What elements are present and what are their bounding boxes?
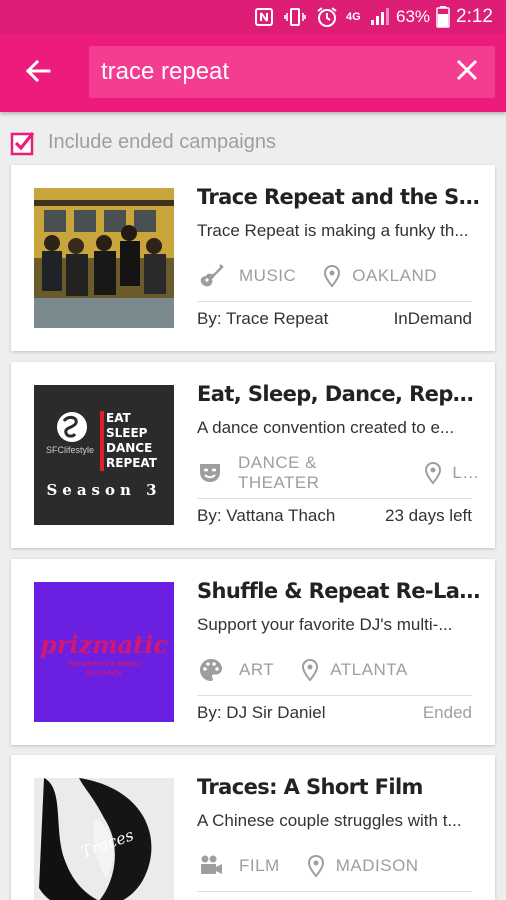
- card-divider: [197, 301, 472, 302]
- map-pin-icon: [419, 459, 446, 487]
- campaign-location: L...: [452, 463, 477, 482]
- creator-name: Vattana Thach: [226, 506, 336, 525]
- campaign-location: MADISON: [335, 856, 419, 875]
- campaign-card[interactable]: Trace Repeat and the Sou... Trace Repeat…: [11, 165, 495, 351]
- campaign-description: A dance convention created to e...: [197, 418, 455, 437]
- campaign-category: FILM: [239, 856, 280, 875]
- campaign-meta: MUSIC OAKLAND: [197, 261, 477, 291]
- back-button[interactable]: [16, 53, 60, 93]
- campaign-thumbnail: Traces: [34, 778, 174, 900]
- thumb-brand: SFClifestyle: [46, 445, 95, 455]
- thumb-line: EAT: [106, 411, 131, 425]
- campaign-title[interactable]: Eat, Sleep, Dance, Repeat...: [197, 382, 487, 406]
- search-input[interactable]: [101, 46, 441, 98]
- map-pin-icon: [318, 262, 346, 290]
- by-prefix: By:: [197, 506, 227, 525]
- campaign-description: Trace Repeat is making a funky th...: [197, 221, 469, 240]
- guitar-icon: [197, 262, 225, 290]
- thumb-logo: prizmatic: [40, 630, 168, 659]
- include-ended-label: Include ended campaigns: [48, 130, 276, 153]
- map-pin-icon: [296, 656, 324, 684]
- campaign-thumbnail: prizmatic THE SHUFFLE & REPEAT RE-LAUNCH: [34, 582, 174, 722]
- theater-mask-icon: [197, 459, 224, 487]
- thumb-line: DANCE: [106, 441, 153, 455]
- status-bar: 4G 63% 2:12: [0, 0, 506, 34]
- search-box: [89, 46, 495, 98]
- campaign-title[interactable]: Shuffle & Repeat Re-Laun...: [197, 579, 487, 603]
- campaign-card[interactable]: SFClifestyle EAT SLEEP DANCE REPEAT Seas…: [11, 362, 495, 548]
- thumb-season: Season 3: [46, 481, 162, 499]
- campaign-creator: By: Trace Repeat: [197, 309, 328, 329]
- include-ended-filter[interactable]: Include ended campaigns: [10, 128, 276, 156]
- campaign-meta: DANCE & THEATER L...: [197, 453, 477, 492]
- campaign-meta: ART ATLANTA: [197, 655, 477, 685]
- campaign-title[interactable]: Trace Repeat and the Sou...: [197, 185, 487, 209]
- campaign-status: Ended: [422, 703, 472, 722]
- arrow-back-icon: [25, 59, 51, 88]
- thumb-line: REPEAT: [106, 456, 157, 470]
- campaign-category: ART: [239, 660, 275, 679]
- thumb-line: SLEEP: [106, 426, 148, 440]
- map-pin-icon: [302, 852, 330, 880]
- campaign-card[interactable]: prizmatic THE SHUFFLE & REPEAT RE-LAUNCH…: [11, 559, 495, 745]
- by-prefix: By:: [197, 703, 227, 722]
- campaign-creator: By: Vattana Thach: [197, 506, 335, 526]
- alarm-icon: [316, 0, 338, 34]
- thumb-line: RE-LAUNCH: [86, 671, 122, 677]
- nfc-icon: [254, 0, 274, 34]
- campaign-location: OAKLAND: [352, 266, 438, 285]
- campaign-description: Support your favorite DJ's multi-...: [197, 615, 453, 634]
- thumb-line: THE SHUFFLE & REPEAT: [67, 662, 141, 668]
- close-icon: [456, 59, 478, 86]
- campaign-title[interactable]: Traces: A Short Film: [197, 775, 487, 799]
- campaign-description: A Chinese couple struggles with t...: [197, 811, 462, 830]
- campaign-meta: FILM MADISON: [197, 851, 477, 881]
- video-camera-icon: [197, 852, 225, 880]
- creator-name: Trace Repeat: [225, 309, 329, 328]
- campaign-status: 23 days left: [385, 506, 472, 525]
- battery-percent: 63%: [396, 7, 431, 26]
- campaign-card[interactable]: Traces Traces: A Short Film A Chinese co…: [11, 755, 495, 900]
- creator-name: DJ Sir Daniel: [226, 703, 326, 722]
- battery-icon: [436, 0, 450, 34]
- by-prefix: By:: [197, 309, 226, 328]
- palette-icon: [197, 656, 225, 684]
- campaign-thumbnail: [34, 188, 174, 328]
- vibrate-icon: [284, 0, 306, 34]
- include-ended-checkbox[interactable]: [10, 130, 35, 156]
- card-divider: [197, 498, 472, 499]
- campaign-status: InDemand: [393, 309, 472, 328]
- campaign-location: ATLANTA: [330, 660, 408, 679]
- signal-icon: [370, 0, 390, 34]
- card-divider: [197, 695, 472, 696]
- clear-search-button[interactable]: [453, 58, 481, 86]
- app-bar: [0, 34, 506, 112]
- clock-time: 2:12: [456, 6, 493, 27]
- campaign-thumbnail: SFClifestyle EAT SLEEP DANCE REPEAT Seas…: [34, 385, 174, 525]
- campaign-category: MUSIC: [239, 266, 297, 285]
- thumb-title: EAT SLEEP DANCE REPEAT: [106, 411, 157, 471]
- card-divider: [197, 891, 472, 892]
- campaign-creator: By: DJ Sir Daniel: [197, 703, 326, 723]
- network-type: 4G: [346, 11, 361, 23]
- campaign-category: DANCE & THEATER: [237, 453, 320, 492]
